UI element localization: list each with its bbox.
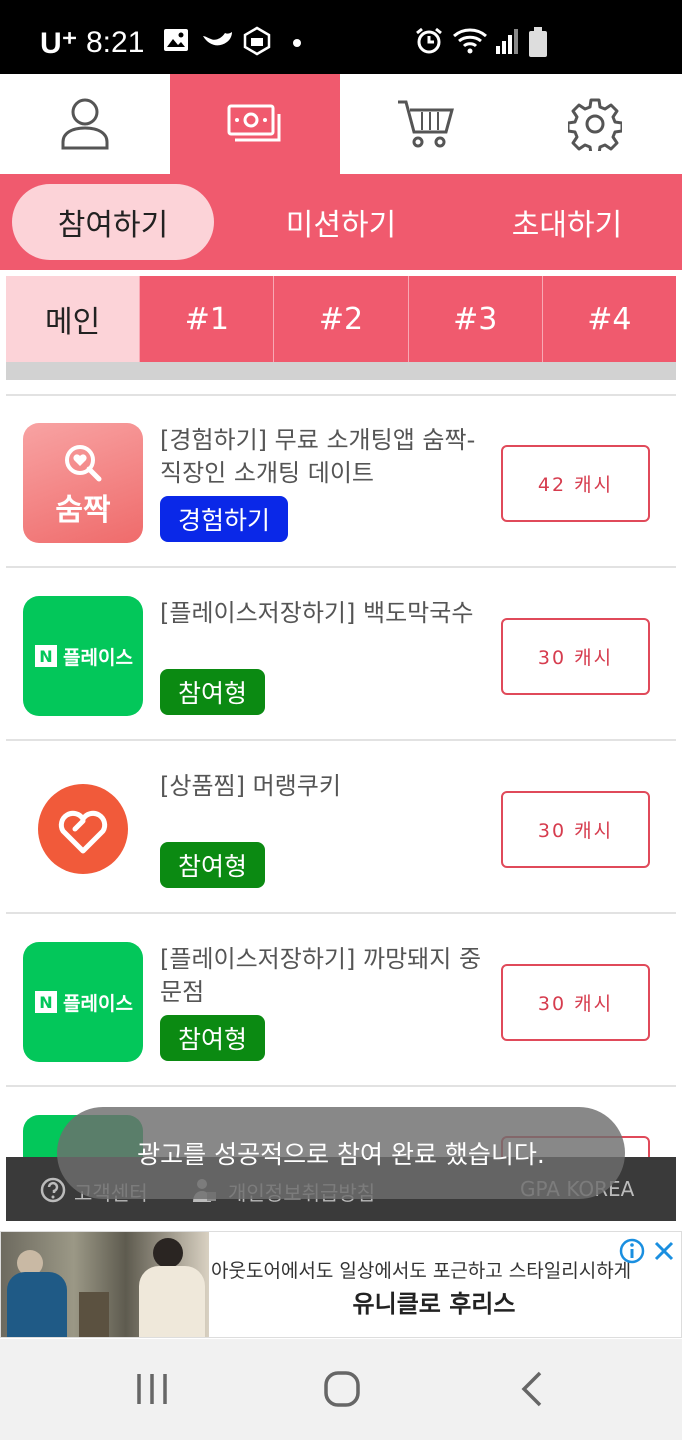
reward-button[interactable]: 30 캐시: [501, 964, 650, 1041]
category-tabs: 메인 #1 #2 #3 #4: [6, 276, 677, 362]
offer-row[interactable]: 숨짝 [경험하기] 무료 소개팅앱 숨짝- 직장인 소개팅 데이트 경험하기 4…: [6, 396, 676, 568]
offer-title: [플레이스저장하기] 백도막국수: [160, 599, 474, 627]
sumjjak-logo: 숨짝: [23, 423, 143, 543]
wifi-icon: [453, 28, 487, 54]
offer-badge: 참여형: [160, 669, 266, 715]
cash-icon: [227, 104, 281, 142]
tab-settings[interactable]: [510, 74, 680, 174]
reward-button[interactable]: 42 캐시: [501, 445, 650, 522]
tab-2[interactable]: #2: [274, 276, 409, 362]
bird-icon: [203, 32, 232, 46]
system-nav-bar: [0, 1339, 682, 1440]
offer-badge: 참여형: [160, 842, 266, 888]
naver-n-icon: N: [35, 645, 57, 667]
offer-title: [플레이스저장하기] 까망돼지 중문점: [160, 945, 482, 1006]
reward-button[interactable]: 30 캐시: [501, 618, 650, 695]
naver-place-logo: N 플레이스: [23, 942, 143, 1062]
tab-1[interactable]: #1: [140, 276, 275, 362]
tab-4[interactable]: #4: [542, 276, 677, 362]
offer-badge: 경험하기: [160, 496, 289, 542]
cart-icon: [398, 100, 454, 148]
back-icon[interactable]: [518, 1369, 548, 1409]
sub-tabs: 참여하기 미션하기 초대하기: [0, 174, 682, 270]
recent-apps-icon[interactable]: [134, 1371, 170, 1407]
top-nav: [0, 74, 682, 174]
offer-badge: 참여형: [160, 1015, 266, 1061]
toast-message: 광고를 성공적으로 참여 완료 했습니다.: [57, 1107, 625, 1199]
product-logo: [23, 769, 143, 889]
tab-profile[interactable]: [0, 74, 170, 174]
offer-title: [상품찜] 머랭쿠키: [160, 772, 341, 800]
tab-participate[interactable]: 참여하기: [12, 184, 214, 260]
notification-dot-icon: [293, 39, 301, 47]
offer-row[interactable]: N 플레이스 [플레이스저장하기] 백도막국수 참여형 30 캐시: [6, 569, 676, 741]
naver-n-icon: N: [35, 991, 57, 1013]
tab-mission[interactable]: 미션하기: [240, 184, 442, 260]
reward-button[interactable]: 30 캐시: [501, 791, 650, 868]
offer-title: [경험하기] 무료 소개팅앱 숨짝- 직장인 소개팅 데이트: [160, 426, 476, 487]
ad-title: 유니클로 후리스: [352, 1290, 516, 1318]
cube-icon: [243, 26, 271, 56]
battery-icon: [529, 27, 547, 57]
carrier-label: U⁺: [40, 27, 78, 60]
thumb-label: 숨짝: [55, 493, 111, 528]
tab-money[interactable]: [170, 74, 340, 174]
person-icon: [61, 98, 109, 150]
divider: [6, 362, 676, 380]
help-icon: [40, 1177, 66, 1203]
clock: 8:21: [86, 26, 145, 59]
thumb-label: 플레이스: [63, 993, 133, 1015]
thumb-label: 플레이스: [63, 647, 133, 669]
ad-info-icon[interactable]: [619, 1238, 645, 1264]
gear-icon: [568, 98, 622, 151]
ad-close-icon[interactable]: [653, 1240, 675, 1262]
signal-icon: [496, 29, 518, 54]
tab-main[interactable]: 메인: [6, 276, 141, 362]
offer-row[interactable]: N 플레이스 [플레이스저장하기] 까망돼지 중문점 참여형 30 캐시: [6, 915, 676, 1087]
offer-row[interactable]: [상품찜] 머랭쿠키 참여형 30 캐시: [6, 742, 676, 914]
alarm-icon: [416, 27, 442, 54]
search-heart-icon: [65, 445, 102, 482]
tab-shop[interactable]: [340, 74, 510, 174]
naver-place-logo: N 플레이스: [23, 596, 143, 716]
tab-3[interactable]: #3: [408, 276, 543, 362]
ad-image: [1, 1232, 209, 1337]
home-icon[interactable]: [322, 1369, 362, 1409]
ad-text: 아웃도어에서도 일상에서도 포근하고 스타일리시하게: [211, 1260, 632, 1282]
ad-banner[interactable]: 아웃도어에서도 일상에서도 포근하고 스타일리시하게 유니클로 후리스: [0, 1231, 682, 1338]
gallery-icon: [164, 29, 188, 51]
tab-invite[interactable]: 초대하기: [466, 184, 668, 260]
heart-logo-icon: [38, 784, 128, 874]
status-bar: U⁺ 8:21: [0, 0, 682, 74]
